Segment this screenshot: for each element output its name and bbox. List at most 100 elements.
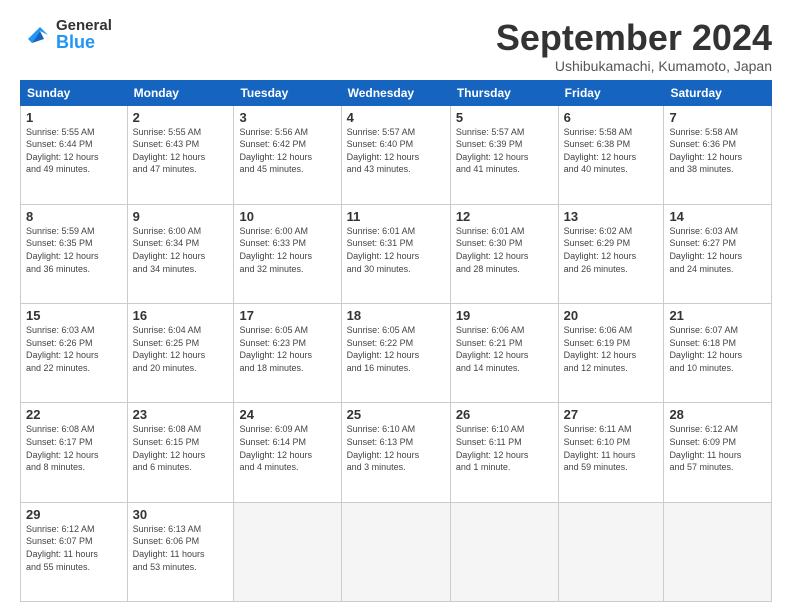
day-number: 22 <box>26 407 122 422</box>
calendar-cell: 30Sunrise: 6:13 AM Sunset: 6:06 PM Dayli… <box>127 502 234 601</box>
calendar-cell <box>234 502 341 601</box>
calendar-cell: 12Sunrise: 6:01 AM Sunset: 6:30 PM Dayli… <box>450 204 558 303</box>
calendar-cell: 27Sunrise: 6:11 AM Sunset: 6:10 PM Dayli… <box>558 403 664 502</box>
week-row-1: 1Sunrise: 5:55 AM Sunset: 6:44 PM Daylig… <box>21 105 772 204</box>
day-number: 4 <box>347 110 445 125</box>
calendar-cell: 19Sunrise: 6:06 AM Sunset: 6:21 PM Dayli… <box>450 304 558 403</box>
calendar-cell <box>450 502 558 601</box>
calendar-cell: 3Sunrise: 5:56 AM Sunset: 6:42 PM Daylig… <box>234 105 341 204</box>
day-info: Sunrise: 6:05 AM Sunset: 6:22 PM Dayligh… <box>347 324 445 374</box>
header: General Blue September 2024 Ushibukamach… <box>20 18 772 74</box>
day-number: 2 <box>133 110 229 125</box>
day-info: Sunrise: 6:12 AM Sunset: 6:09 PM Dayligh… <box>669 423 766 473</box>
day-number: 17 <box>239 308 335 323</box>
day-number: 28 <box>669 407 766 422</box>
day-info: Sunrise: 6:10 AM Sunset: 6:13 PM Dayligh… <box>347 423 445 473</box>
weekday-header-thursday: Thursday <box>450 80 558 105</box>
day-info: Sunrise: 6:12 AM Sunset: 6:07 PM Dayligh… <box>26 523 122 573</box>
day-info: Sunrise: 6:09 AM Sunset: 6:14 PM Dayligh… <box>239 423 335 473</box>
day-number: 23 <box>133 407 229 422</box>
calendar-cell: 5Sunrise: 5:57 AM Sunset: 6:39 PM Daylig… <box>450 105 558 204</box>
day-number: 24 <box>239 407 335 422</box>
title-section: September 2024 Ushibukamachi, Kumamoto, … <box>496 18 772 74</box>
day-number: 8 <box>26 209 122 224</box>
day-number: 30 <box>133 507 229 522</box>
day-number: 18 <box>347 308 445 323</box>
calendar-cell: 17Sunrise: 6:05 AM Sunset: 6:23 PM Dayli… <box>234 304 341 403</box>
week-row-3: 15Sunrise: 6:03 AM Sunset: 6:26 PM Dayli… <box>21 304 772 403</box>
calendar-cell: 15Sunrise: 6:03 AM Sunset: 6:26 PM Dayli… <box>21 304 128 403</box>
day-info: Sunrise: 6:04 AM Sunset: 6:25 PM Dayligh… <box>133 324 229 374</box>
day-info: Sunrise: 6:01 AM Sunset: 6:31 PM Dayligh… <box>347 225 445 275</box>
day-info: Sunrise: 5:56 AM Sunset: 6:42 PM Dayligh… <box>239 126 335 176</box>
day-info: Sunrise: 6:00 AM Sunset: 6:34 PM Dayligh… <box>133 225 229 275</box>
calendar-cell: 4Sunrise: 5:57 AM Sunset: 6:40 PM Daylig… <box>341 105 450 204</box>
calendar-cell: 2Sunrise: 5:55 AM Sunset: 6:43 PM Daylig… <box>127 105 234 204</box>
day-number: 3 <box>239 110 335 125</box>
calendar-cell: 20Sunrise: 6:06 AM Sunset: 6:19 PM Dayli… <box>558 304 664 403</box>
calendar-table: SundayMondayTuesdayWednesdayThursdayFrid… <box>20 80 772 602</box>
day-number: 16 <box>133 308 229 323</box>
day-number: 27 <box>564 407 659 422</box>
calendar-cell: 7Sunrise: 5:58 AM Sunset: 6:36 PM Daylig… <box>664 105 772 204</box>
day-info: Sunrise: 6:06 AM Sunset: 6:21 PM Dayligh… <box>456 324 553 374</box>
calendar-cell: 22Sunrise: 6:08 AM Sunset: 6:17 PM Dayli… <box>21 403 128 502</box>
day-info: Sunrise: 5:58 AM Sunset: 6:38 PM Dayligh… <box>564 126 659 176</box>
location: Ushibukamachi, Kumamoto, Japan <box>496 58 772 74</box>
month-title: September 2024 <box>496 18 772 58</box>
calendar-cell: 26Sunrise: 6:10 AM Sunset: 6:11 PM Dayli… <box>450 403 558 502</box>
day-info: Sunrise: 6:08 AM Sunset: 6:15 PM Dayligh… <box>133 423 229 473</box>
day-number: 21 <box>669 308 766 323</box>
weekday-header-wednesday: Wednesday <box>341 80 450 105</box>
day-info: Sunrise: 6:05 AM Sunset: 6:23 PM Dayligh… <box>239 324 335 374</box>
logo-icon <box>20 19 52 51</box>
calendar-cell: 11Sunrise: 6:01 AM Sunset: 6:31 PM Dayli… <box>341 204 450 303</box>
calendar-cell: 13Sunrise: 6:02 AM Sunset: 6:29 PM Dayli… <box>558 204 664 303</box>
day-info: Sunrise: 5:55 AM Sunset: 6:44 PM Dayligh… <box>26 126 122 176</box>
calendar-cell: 28Sunrise: 6:12 AM Sunset: 6:09 PM Dayli… <box>664 403 772 502</box>
calendar-cell: 16Sunrise: 6:04 AM Sunset: 6:25 PM Dayli… <box>127 304 234 403</box>
calendar-cell: 24Sunrise: 6:09 AM Sunset: 6:14 PM Dayli… <box>234 403 341 502</box>
day-info: Sunrise: 6:06 AM Sunset: 6:19 PM Dayligh… <box>564 324 659 374</box>
day-info: Sunrise: 6:01 AM Sunset: 6:30 PM Dayligh… <box>456 225 553 275</box>
week-row-5: 29Sunrise: 6:12 AM Sunset: 6:07 PM Dayli… <box>21 502 772 601</box>
calendar-cell: 6Sunrise: 5:58 AM Sunset: 6:38 PM Daylig… <box>558 105 664 204</box>
day-number: 7 <box>669 110 766 125</box>
calendar-cell: 29Sunrise: 6:12 AM Sunset: 6:07 PM Dayli… <box>21 502 128 601</box>
calendar-cell <box>341 502 450 601</box>
week-row-2: 8Sunrise: 5:59 AM Sunset: 6:35 PM Daylig… <box>21 204 772 303</box>
calendar-cell: 8Sunrise: 5:59 AM Sunset: 6:35 PM Daylig… <box>21 204 128 303</box>
day-number: 29 <box>26 507 122 522</box>
calendar-cell: 10Sunrise: 6:00 AM Sunset: 6:33 PM Dayli… <box>234 204 341 303</box>
day-info: Sunrise: 5:58 AM Sunset: 6:36 PM Dayligh… <box>669 126 766 176</box>
day-number: 14 <box>669 209 766 224</box>
day-info: Sunrise: 6:11 AM Sunset: 6:10 PM Dayligh… <box>564 423 659 473</box>
day-number: 25 <box>347 407 445 422</box>
day-number: 5 <box>456 110 553 125</box>
calendar-cell: 1Sunrise: 5:55 AM Sunset: 6:44 PM Daylig… <box>21 105 128 204</box>
day-info: Sunrise: 6:07 AM Sunset: 6:18 PM Dayligh… <box>669 324 766 374</box>
calendar-cell: 9Sunrise: 6:00 AM Sunset: 6:34 PM Daylig… <box>127 204 234 303</box>
day-info: Sunrise: 5:57 AM Sunset: 6:40 PM Dayligh… <box>347 126 445 176</box>
day-info: Sunrise: 6:02 AM Sunset: 6:29 PM Dayligh… <box>564 225 659 275</box>
day-info: Sunrise: 5:55 AM Sunset: 6:43 PM Dayligh… <box>133 126 229 176</box>
day-number: 10 <box>239 209 335 224</box>
weekday-header-monday: Monday <box>127 80 234 105</box>
day-number: 20 <box>564 308 659 323</box>
calendar-cell: 25Sunrise: 6:10 AM Sunset: 6:13 PM Dayli… <box>341 403 450 502</box>
day-info: Sunrise: 6:03 AM Sunset: 6:26 PM Dayligh… <box>26 324 122 374</box>
day-number: 9 <box>133 209 229 224</box>
logo: General Blue <box>20 18 112 51</box>
weekday-header-tuesday: Tuesday <box>234 80 341 105</box>
weekday-header-sunday: Sunday <box>21 80 128 105</box>
logo-general-text: General <box>56 18 112 33</box>
day-number: 1 <box>26 110 122 125</box>
day-info: Sunrise: 6:00 AM Sunset: 6:33 PM Dayligh… <box>239 225 335 275</box>
calendar-cell: 23Sunrise: 6:08 AM Sunset: 6:15 PM Dayli… <box>127 403 234 502</box>
day-number: 26 <box>456 407 553 422</box>
calendar-body: 1Sunrise: 5:55 AM Sunset: 6:44 PM Daylig… <box>21 105 772 601</box>
weekday-header-saturday: Saturday <box>664 80 772 105</box>
day-number: 11 <box>347 209 445 224</box>
weekday-header-row: SundayMondayTuesdayWednesdayThursdayFrid… <box>21 80 772 105</box>
page: General Blue September 2024 Ushibukamach… <box>0 0 792 612</box>
